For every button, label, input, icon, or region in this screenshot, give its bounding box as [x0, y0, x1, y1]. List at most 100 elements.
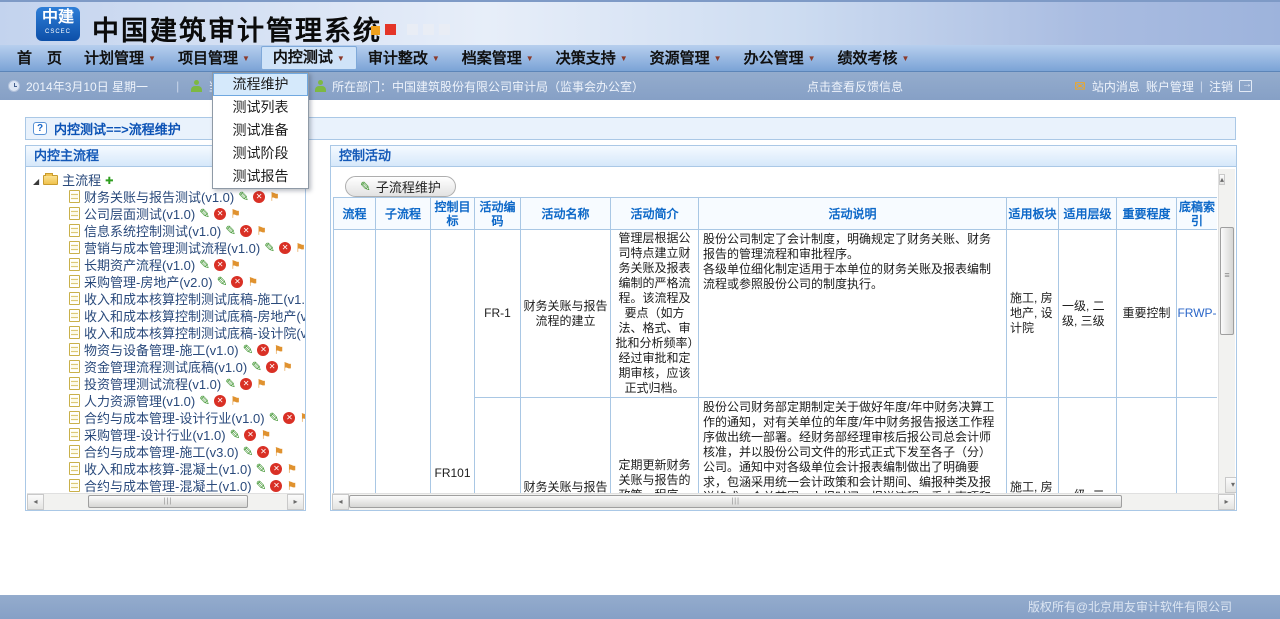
tree-item[interactable]: 长期资产流程(v1.0) [33, 256, 305, 273]
flag-icon[interactable] [286, 478, 297, 493]
flag-icon[interactable] [230, 393, 241, 408]
menu-item-performance[interactable]: 绩效考核▼ [827, 47, 921, 70]
menu-item-project[interactable]: 项目管理▼ [167, 47, 261, 70]
edit-icon[interactable] [256, 461, 267, 477]
tree-item[interactable]: 信息系统控制测试(v1.0) [33, 222, 305, 239]
edit-icon[interactable] [199, 257, 210, 273]
scroll-right-arrow[interactable]: ▸ [1218, 494, 1235, 510]
vertical-scrollbar[interactable]: ▴ ▾ [1218, 169, 1235, 493]
menu-item-plan[interactable]: 计划管理▼ [73, 47, 167, 70]
dropdown-item-process-maintain[interactable]: 流程维护 [213, 73, 308, 96]
edit-icon[interactable] [264, 240, 275, 256]
tree-item[interactable]: 收入和成本核算控制测试底稿-施工(v1.0) [33, 290, 305, 307]
delete-icon[interactable] [257, 446, 269, 458]
edit-icon[interactable] [256, 478, 267, 494]
scroll-left-arrow[interactable]: ◂ [332, 494, 349, 510]
dropdown-item-test-prepare[interactable]: 测试准备 [213, 119, 308, 142]
tree-item[interactable]: 人力资源管理(v1.0) [33, 392, 305, 409]
flag-icon[interactable] [269, 189, 280, 204]
edit-icon[interactable] [199, 393, 210, 409]
tree-item[interactable]: 采购管理-设计行业(v1.0) [33, 426, 305, 443]
site-messages-link[interactable]: 站内消息 [1092, 78, 1140, 95]
scroll-up-arrow[interactable]: ▴ [1219, 174, 1225, 185]
delete-icon[interactable] [257, 344, 269, 356]
flag-icon[interactable] [299, 410, 305, 425]
table-row[interactable]: FR101 FR-1 财务关账与报告流程的建立 管理层根据公司特点建立财务关账及… [334, 230, 1218, 398]
flag-icon[interactable] [256, 223, 267, 238]
tree-item[interactable]: 合约与成本管理-设计行业(v1.0) [33, 409, 305, 426]
tree-item[interactable]: 财务关账与报告测试(v1.0) [33, 188, 305, 205]
subflow-maintain-button[interactable]: 子流程维护 [345, 176, 456, 197]
scroll-left-arrow[interactable]: ◂ [27, 494, 44, 510]
delete-icon[interactable] [283, 412, 295, 424]
tree-item[interactable]: 物资与设备管理-施工(v1.0) [33, 341, 305, 358]
menu-item-office[interactable]: 办公管理▼ [733, 47, 827, 70]
flag-icon[interactable] [260, 427, 271, 442]
scroll-down-arrow[interactable]: ▾ [1225, 477, 1236, 493]
tree-item[interactable]: 营销与成本管理测试流程(v1.0) [33, 239, 305, 256]
dropdown-item-test-report[interactable]: 测试报告 [213, 165, 308, 188]
feedback-link[interactable]: 点击查看反馈信息 [807, 78, 903, 95]
scroll-thumb[interactable]: ||| [88, 495, 248, 508]
edit-icon[interactable] [225, 223, 236, 239]
scroll-right-arrow[interactable]: ▸ [287, 494, 304, 510]
tree-item[interactable]: 资金管理流程测试底稿(v1.0) [33, 358, 305, 375]
tree-item[interactable]: 合约与成本管理-施工(v3.0) [33, 443, 305, 460]
dropdown-item-test-list[interactable]: 测试列表 [213, 96, 308, 119]
delete-icon[interactable] [240, 225, 252, 237]
scroll-thumb[interactable] [1220, 227, 1234, 335]
edit-icon[interactable] [225, 376, 236, 392]
flag-icon[interactable] [282, 359, 293, 374]
tree-item[interactable]: 采购管理-房地产(v2.0) [33, 273, 305, 290]
edit-icon[interactable] [269, 410, 280, 426]
tree-root-label[interactable]: 主流程 [62, 170, 101, 189]
flag-icon[interactable] [230, 206, 241, 221]
flag-icon[interactable] [286, 461, 297, 476]
scroll-thumb[interactable]: ||| [349, 495, 1122, 508]
tree-item[interactable]: 收入和成本核算-混凝土(v1.0) [33, 460, 305, 477]
flag-icon[interactable] [273, 444, 284, 459]
help-icon[interactable]: ? [33, 122, 47, 135]
logout-link[interactable]: 注销 [1209, 78, 1233, 95]
expand-icon[interactable] [33, 172, 39, 187]
cell-wp-index[interactable]: FRWP- [1177, 230, 1218, 398]
delete-icon[interactable] [270, 463, 282, 475]
tree-item[interactable]: 合约与成本管理-混凝土(v1.0) [33, 477, 305, 493]
delete-icon[interactable] [231, 276, 243, 288]
flag-icon[interactable] [247, 274, 258, 289]
add-icon[interactable] [105, 172, 113, 187]
flag-icon[interactable] [295, 240, 305, 255]
delete-icon[interactable] [240, 378, 252, 390]
tree-item[interactable]: 收入和成本核算控制测试底稿-设计院(v1.0) [33, 324, 305, 341]
flag-icon[interactable] [230, 257, 241, 272]
menu-item-internal-control-test[interactable]: 内控测试▼ [261, 46, 357, 70]
edit-icon[interactable] [238, 189, 249, 205]
edit-icon[interactable] [230, 427, 241, 443]
logout-door-icon[interactable] [1239, 80, 1252, 92]
delete-icon[interactable] [253, 191, 265, 203]
delete-icon[interactable] [214, 208, 226, 220]
delete-icon[interactable] [244, 429, 256, 441]
cell-wp-index[interactable]: FRWP- [1177, 398, 1218, 495]
account-manage-link[interactable]: 账户管理 [1146, 78, 1194, 95]
tree-item-label[interactable]: 合约与成本管理-混凝土(v1.0) [84, 476, 252, 493]
tree-item[interactable]: 投资管理测试流程(v1.0) [33, 375, 305, 392]
menu-item-decision[interactable]: 决策支持▼ [545, 47, 639, 70]
menu-item-home[interactable]: 首 页 [6, 47, 73, 70]
menu-item-archive[interactable]: 档案管理▼ [451, 47, 545, 70]
edit-icon[interactable] [243, 444, 254, 460]
horizontal-scrollbar[interactable]: ◂ ||| ▸ [332, 493, 1235, 510]
delete-icon[interactable] [270, 480, 282, 492]
dropdown-item-test-phase[interactable]: 测试阶段 [213, 142, 308, 165]
flag-icon[interactable] [256, 376, 267, 391]
flag-icon[interactable] [273, 342, 284, 357]
tree-item[interactable]: 公司层面测试(v1.0) [33, 205, 305, 222]
tree-item[interactable]: 收入和成本核算控制测试底稿-房地产(v1.0) [33, 307, 305, 324]
delete-icon[interactable] [279, 242, 291, 254]
edit-icon[interactable] [251, 359, 262, 375]
edit-icon[interactable] [217, 274, 228, 290]
delete-icon[interactable] [214, 259, 226, 271]
menu-item-audit-rectify[interactable]: 审计整改▼ [357, 47, 451, 70]
edit-icon[interactable] [199, 206, 210, 222]
menu-item-resource[interactable]: 资源管理▼ [639, 47, 733, 70]
